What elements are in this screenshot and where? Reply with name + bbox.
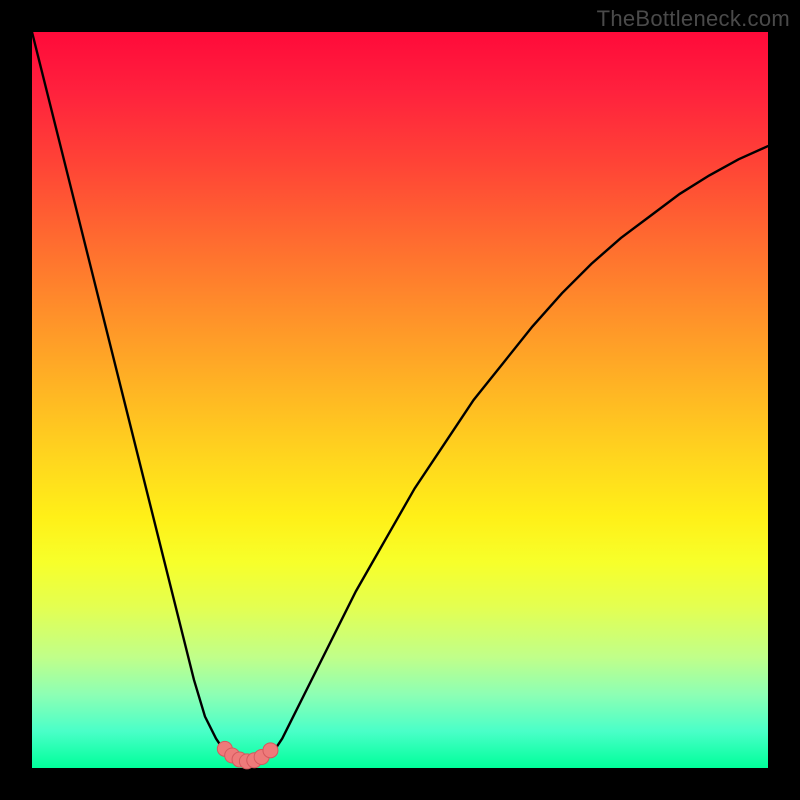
chart-svg — [32, 32, 768, 768]
bottleneck-curve — [32, 32, 768, 761]
chart-frame: TheBottleneck.com — [0, 0, 800, 800]
valley-marker — [263, 743, 278, 758]
watermark-text: TheBottleneck.com — [597, 6, 790, 32]
valley-markers-group — [217, 741, 278, 769]
